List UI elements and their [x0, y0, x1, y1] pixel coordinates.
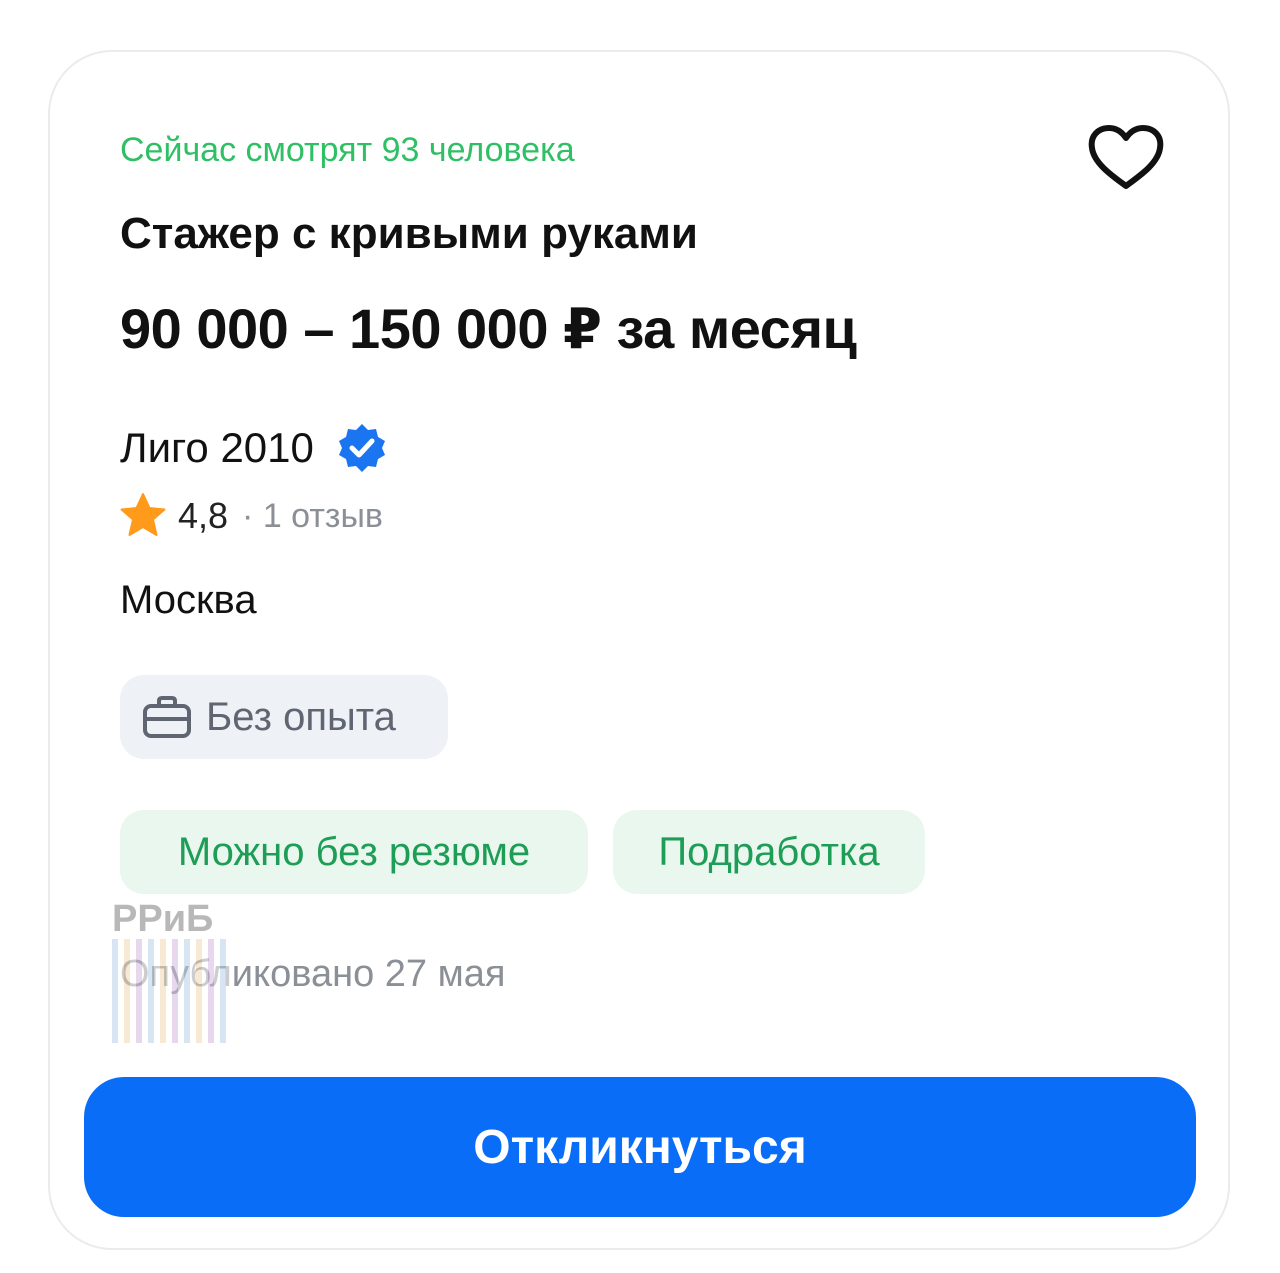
verified-check-icon: [338, 424, 385, 472]
apply-button[interactable]: Откликнуться: [84, 1077, 1196, 1217]
vacancy-city: Москва: [120, 578, 257, 622]
company-row: Лиго 2010: [120, 418, 388, 478]
vacancy-title[interactable]: Стажер с кривыми руками: [120, 206, 698, 262]
experience-label: Без опыта: [206, 694, 396, 739]
salary-range: 90 000 – 150 000 ₽ за месяц: [120, 297, 857, 360]
watermark-logo: РРиБ: [112, 897, 234, 1047]
watermark-text: РРиБ: [112, 898, 214, 940]
experience-chip: Без опыта: [120, 675, 448, 759]
viewers-count-text: Сейчас смотрят 93 человека: [120, 131, 575, 169]
company-rating-row[interactable]: 4,8 · 1 отзыв: [118, 490, 383, 542]
rating-value: 4,8: [178, 495, 229, 536]
tag-no-resume: Можно без резюме: [120, 810, 588, 894]
tag-part-time: Подработка: [613, 810, 925, 894]
watermark-stripes: [112, 939, 230, 1043]
company-name[interactable]: Лиго 2010: [120, 422, 314, 474]
heart-icon[interactable]: [1084, 122, 1168, 194]
star-icon: [120, 493, 166, 536]
reviews-count[interactable]: · 1 отзыв: [242, 497, 383, 536]
briefcase-icon: [143, 696, 191, 738]
